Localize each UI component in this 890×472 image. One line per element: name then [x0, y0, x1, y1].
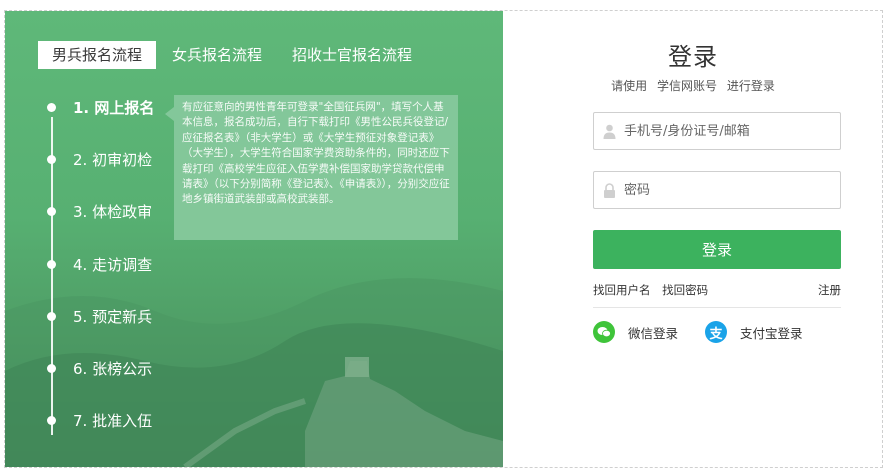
step-preselect-recruits[interactable]: 5. 预定新兵	[47, 306, 152, 327]
alipay-login-label: 支付宝登录	[740, 325, 803, 341]
login-button[interactable]: 登录	[593, 230, 841, 269]
step-dot	[47, 312, 56, 321]
step-dot	[47, 155, 56, 164]
step-label: 7. 批准入伍	[73, 412, 153, 430]
process-tabs: 男兵报名流程 女兵报名流程 招收士官报名流程	[38, 41, 428, 69]
step-public-notice[interactable]: 6. 张榜公示	[47, 358, 152, 379]
find-username-link[interactable]: 找回用户名	[593, 283, 651, 297]
divider	[593, 307, 841, 308]
password-field[interactable]	[593, 171, 841, 209]
username-input[interactable]	[622, 122, 826, 140]
wechat-icon	[593, 321, 615, 343]
step-dot	[47, 416, 56, 425]
login-subtitle: 请使用 学信网账号 进行登录	[503, 77, 883, 94]
find-password-link[interactable]: 找回密码	[662, 283, 708, 297]
step-dot	[47, 364, 56, 373]
step-home-visit[interactable]: 4. 走访调查	[47, 254, 152, 275]
tab-nco-recruit[interactable]: 招收士官报名流程	[278, 41, 426, 69]
step-label: 5. 预定新兵	[73, 308, 153, 326]
register-link[interactable]: 注册	[818, 282, 841, 298]
step-dot	[47, 103, 56, 112]
step-label: 2. 初审初检	[73, 151, 153, 169]
login-title: 登录	[668, 43, 718, 71]
wechat-login-label: 微信登录	[628, 325, 679, 341]
username-field[interactable]	[593, 112, 841, 150]
step-label: 4. 走访调查	[73, 256, 153, 274]
step-dot	[47, 207, 56, 216]
wechat-login-button[interactable]: 微信登录	[593, 321, 678, 343]
step-label: 3. 体检政审	[73, 203, 153, 221]
step-online-registration[interactable]: 1. 网上报名	[47, 97, 154, 118]
step-label: 1. 网上报名	[73, 99, 155, 117]
account-links: 找回用户名 找回密码 注册	[593, 282, 841, 298]
subtitle-prefix: 请使用	[611, 79, 648, 93]
alipay-icon: 支	[705, 321, 727, 343]
alipay-login-button[interactable]: 支 支付宝登录	[705, 321, 803, 343]
subtitle-account: 学信网账号	[656, 79, 717, 93]
step-physical-exam[interactable]: 3. 体检政审	[47, 201, 152, 222]
process-panel: 男兵报名流程 女兵报名流程 招收士官报名流程 1. 网上报名 2. 初审初检 3…	[5, 11, 503, 467]
login-panel: 登录 请使用 学信网账号 进行登录 登录 找回用户名 找回密码 注册 微信登录 …	[503, 11, 883, 467]
user-icon	[602, 123, 616, 139]
step-label: 6. 张榜公示	[73, 360, 153, 378]
step-approve-enlistment[interactable]: 7. 批准入伍	[47, 410, 152, 431]
step-initial-review[interactable]: 2. 初审初检	[47, 149, 152, 170]
step-dot	[47, 260, 56, 269]
step-description-tooltip: 有应征意向的男性青年可登录"全国征兵网"，填写个人基本信息，报名成功后，自行下载…	[165, 95, 458, 240]
subtitle-suffix: 进行登录	[726, 79, 775, 93]
lock-icon	[602, 182, 616, 198]
tab-female-recruit[interactable]: 女兵报名流程	[158, 41, 276, 69]
password-input[interactable]	[622, 181, 826, 199]
tab-male-recruit[interactable]: 男兵报名流程	[38, 41, 157, 69]
